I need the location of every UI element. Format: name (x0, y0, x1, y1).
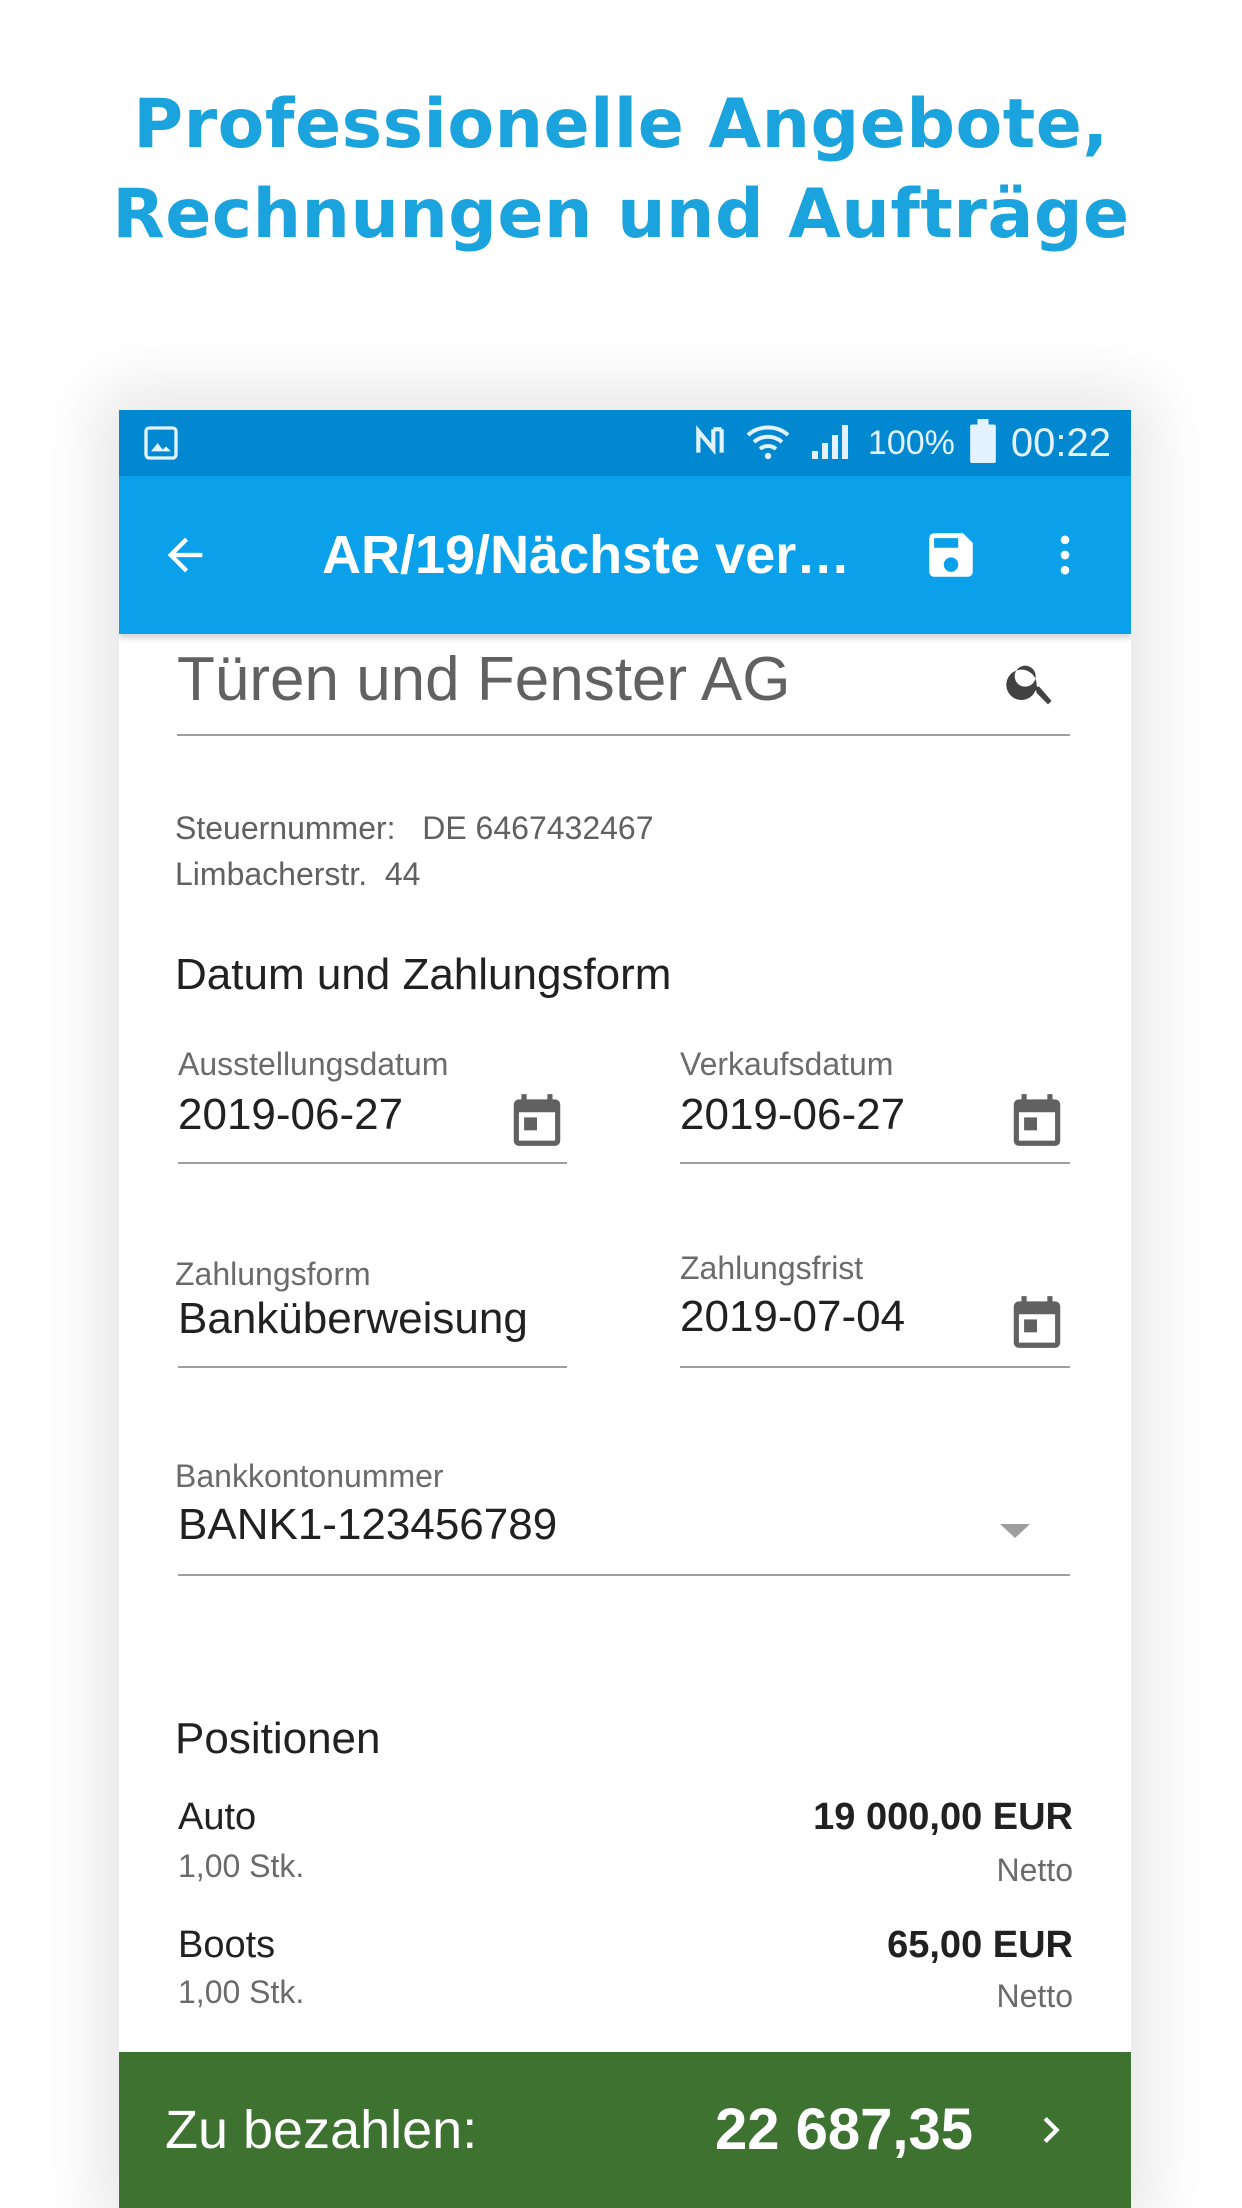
position-name: Auto (178, 1796, 257, 1838)
customer-name-input[interactable]: Türen und Fenster AG (177, 644, 790, 715)
position-net-label: Netto (996, 1852, 1073, 1888)
back-arrow-icon[interactable] (149, 519, 221, 591)
position-name: Boots (178, 1924, 276, 1966)
total-bar[interactable]: Zu bezahlen: 22 687,35 (119, 2052, 1131, 2208)
position-quantity: 1,00 Stk. (178, 1974, 305, 2010)
bank-account-underline (178, 1574, 1070, 1576)
tax-number-row: Steuernummer: DE 6467432467 (175, 810, 654, 847)
street-number: 44 (384, 856, 421, 892)
tax-number-label: Steuernummer: (175, 810, 396, 846)
issue-date-input[interactable]: 2019-06-27 (178, 1090, 403, 1140)
wifi-icon (744, 417, 792, 470)
dropdown-arrow-icon[interactable] (995, 1510, 1035, 1550)
signal-icon (806, 417, 854, 470)
phone-screen: 100% 00:22 AR/19/Nächste ver… Türen und … (119, 410, 1131, 2208)
position-net-label: Netto (996, 1978, 1073, 2014)
payment-due-input[interactable]: 2019-07-04 (680, 1292, 905, 1342)
payment-form-select[interactable]: Banküberweisung (178, 1294, 528, 1344)
total-label: Zu bezahlen: (165, 2100, 478, 2160)
payment-form-underline (178, 1366, 567, 1368)
total-value: 22 687,35 (714, 2097, 973, 2162)
section-title-positions: Positionen (175, 1714, 381, 1763)
sale-date-input[interactable]: 2019-06-27 (680, 1090, 905, 1140)
more-vert-icon[interactable] (1035, 519, 1095, 591)
status-bar: 100% 00:22 (119, 410, 1131, 476)
issue-date-underline (178, 1162, 567, 1164)
calendar-icon[interactable] (1005, 1290, 1069, 1354)
street: Limbacherstr. (175, 856, 368, 892)
headline-line-2: Rechnungen und Aufträge (112, 175, 1130, 254)
save-icon[interactable] (915, 519, 987, 591)
clock: 00:22 (1010, 420, 1111, 465)
battery-icon (969, 418, 997, 468)
tax-number-value: DE 6467432467 (422, 810, 654, 846)
calendar-icon[interactable] (505, 1088, 569, 1152)
image-icon (139, 421, 183, 465)
battery-percent: 100% (867, 423, 955, 462)
address-row: Limbacherstr. 44 (175, 856, 420, 893)
issue-date-label: Ausstellungsdatum (178, 1046, 449, 1082)
position-amount: 65,00 EUR (887, 1924, 1073, 1966)
position-quantity: 1,00 Stk. (178, 1848, 305, 1884)
bank-account-select[interactable]: BANK1-123456789 (178, 1500, 557, 1550)
payment-due-label: Zahlungsfrist (680, 1250, 864, 1286)
search-icon[interactable] (1001, 652, 1061, 712)
headline: Professionelle Angebote, Rechnungen und … (0, 80, 1242, 260)
payment-due-underline (680, 1366, 1070, 1368)
app-bar-title: AR/19/Nächste ver… (322, 525, 851, 585)
nfc-icon (690, 421, 730, 466)
sale-date-label: Verkaufsdatum (680, 1046, 894, 1082)
bank-account-label: Bankkontonummer (175, 1458, 444, 1494)
app-bar: AR/19/Nächste ver… (119, 476, 1131, 634)
headline-line-1: Professionelle Angebote, (133, 85, 1109, 164)
sale-date-underline (680, 1162, 1070, 1164)
section-title-date-payment: Datum und Zahlungsform (175, 950, 672, 999)
chevron-right-icon[interactable] (1021, 2100, 1081, 2160)
position-amount: 19 000,00 EUR (813, 1796, 1073, 1838)
customer-name-underline (177, 734, 1070, 736)
payment-form-label: Zahlungsform (175, 1256, 371, 1292)
calendar-icon[interactable] (1005, 1088, 1069, 1152)
